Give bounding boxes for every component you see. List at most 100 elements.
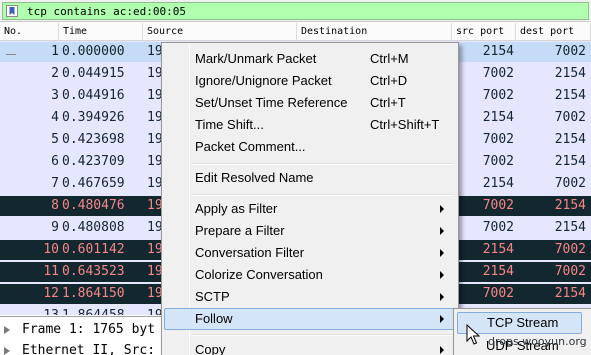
display-filter-text: tcp contains ac:ed:00:05 — [27, 5, 186, 18]
menu-item-shortcut: Ctrl+D — [370, 73, 408, 88]
packet-dest-port: 2154 — [554, 154, 586, 169]
packet-number: 13 — [0, 306, 59, 315]
menu-item-label: Ignore/Unignore Packet — [195, 73, 332, 88]
packet-src-port: 7002 — [482, 198, 514, 213]
packet-src-port: 7002 — [482, 66, 514, 81]
packet-src-port: 7002 — [482, 88, 514, 103]
packet-number: 2 — [51, 66, 59, 81]
menu-item-label: SCTP — [195, 289, 230, 304]
menu-item-time-reference[interactable]: Set/Unset Time Reference Ctrl+T — [164, 92, 456, 114]
menu-separator — [192, 194, 454, 196]
menu-item-sctp[interactable]: SCTP — [164, 286, 456, 308]
menu-item-conversation-filter[interactable]: Conversation Filter — [164, 242, 456, 264]
packet-src-port: 7002 — [482, 132, 514, 147]
submenu-arrow-icon — [440, 227, 444, 235]
column-header-source[interactable]: Source — [143, 23, 297, 41]
menu-item-ignore-packet[interactable]: Ignore/Unignore Packet Ctrl+D — [164, 70, 456, 92]
detail-text: Frame 1: 1765 byt — [22, 322, 156, 337]
submenu-item-label: TCP Stream — [487, 315, 559, 330]
packet-list-header: No. Time Source Destination src port des… — [0, 23, 591, 41]
packet-number: 11 — [43, 264, 59, 279]
menu-item-colorize-conversation[interactable]: Colorize Conversation — [164, 264, 456, 286]
menu-item-prepare-filter[interactable]: Prepare a Filter — [164, 220, 456, 242]
menu-item-label: Apply as Filter — [195, 201, 278, 216]
menu-item-label: Set/Unset Time Reference — [195, 95, 348, 110]
menu-item-label: Colorize Conversation — [195, 267, 323, 282]
menu-item-packet-comment[interactable]: Packet Comment... — [164, 136, 456, 158]
packet-number: 6 — [51, 154, 59, 169]
menu-item-apply-as-filter[interactable]: Apply as Filter — [164, 198, 456, 220]
menu-item-shortcut: Ctrl+Shift+T — [370, 117, 440, 132]
menu-separator — [192, 163, 454, 165]
packet-number: 1 — [51, 44, 59, 59]
menu-item-shortcut: Ctrl+M — [370, 51, 409, 66]
packet-dest-port: 7002 — [554, 110, 586, 125]
packet-time: 0.044916 — [62, 88, 125, 103]
column-header-destination[interactable]: Destination — [297, 23, 452, 41]
packet-number: 4 — [51, 110, 59, 125]
packet-dest-port: 2154 — [554, 88, 586, 103]
column-header-no[interactable]: No. — [0, 23, 59, 41]
packet-src-port: 7002 — [482, 154, 514, 169]
packet-dest-port: 7002 — [554, 176, 586, 191]
packet-time: 0.394926 — [62, 110, 125, 125]
menu-item-label: Mark/Unmark Packet — [195, 51, 317, 66]
expand-arrow-icon[interactable] — [4, 326, 10, 334]
packet-number: 7 — [51, 176, 59, 191]
packet-dest-port: 2154 — [554, 132, 586, 147]
packet-src-port: 2154 — [482, 176, 514, 191]
display-filter-input[interactable]: tcp contains ac:ed:00:05 — [2, 2, 589, 20]
packet-dest-port: 2154 — [554, 286, 586, 301]
expand-arrow-icon[interactable] — [4, 347, 10, 355]
packet-dest-port: 2154 — [554, 198, 586, 213]
column-header-time[interactable]: Time — [59, 23, 143, 41]
packet-dest-port: 7002 — [554, 242, 586, 257]
bookmark-icon[interactable] — [6, 5, 18, 17]
packet-src-port: 7002 — [482, 286, 514, 301]
packet-time: 0.423698 — [62, 132, 125, 147]
packet-time: 0.423709 — [62, 154, 125, 169]
packet-time: 0.480476 — [62, 198, 125, 213]
packet-time: 0.480808 — [62, 220, 125, 235]
menu-item-shortcut: Ctrl+T — [370, 95, 406, 110]
packet-src-port: 2154 — [482, 44, 514, 59]
packet-dest-port: 7002 — [554, 44, 586, 59]
submenu-arrow-icon — [440, 271, 444, 279]
packet-context-menu: Mark/Unmark Packet Ctrl+M Ignore/Unignor… — [161, 42, 459, 355]
menu-item-time-shift[interactable]: Time Shift... Ctrl+Shift+T — [164, 114, 456, 136]
packet-src-port: 2154 — [482, 242, 514, 257]
menu-item-mark-packet[interactable]: Mark/Unmark Packet Ctrl+M — [164, 48, 456, 70]
menu-item-copy[interactable]: Copy — [164, 339, 456, 355]
submenu-arrow-icon — [440, 205, 444, 213]
menu-item-label: Copy — [195, 342, 226, 355]
menu-item-label: Prepare a Filter — [195, 223, 285, 238]
menu-separator — [192, 334, 454, 336]
packet-number: 8 — [51, 198, 59, 213]
packet-dest-port: 7002 — [554, 264, 586, 279]
menu-item-edit-resolved-name[interactable]: Edit Resolved Name — [164, 167, 456, 189]
submenu-arrow-icon — [440, 315, 444, 323]
menu-item-label: Conversation Filter — [195, 245, 305, 260]
packet-number: 5 — [51, 132, 59, 147]
packet-time: 0.000000 — [62, 44, 125, 59]
menu-item-follow[interactable]: Follow — [164, 308, 456, 330]
packet-src-port: 2154 — [482, 110, 514, 125]
display-filter-toolbar: tcp contains ac:ed:00:05 — [0, 0, 591, 22]
menu-item-label: Time Shift... — [195, 117, 264, 132]
column-header-src-port[interactable]: src port — [452, 23, 516, 41]
menu-item-label: Follow — [195, 311, 233, 326]
column-header-dest-port[interactable]: dest port — [516, 23, 591, 41]
packet-time: 0.467659 — [62, 176, 125, 191]
watermark-text: drops.wooyun.org — [488, 335, 587, 348]
packet-time: 0.601142 — [62, 242, 125, 257]
packet-number: 10 — [43, 242, 59, 257]
packet-number: 12 — [43, 286, 59, 301]
packet-time: 1.864150 — [62, 286, 125, 301]
packet-dest-port: 2154 — [554, 220, 586, 235]
packet-dest-port: 2154 — [554, 66, 586, 81]
mouse-pointer-icon — [466, 324, 480, 345]
packet-src-port: 7002 — [482, 220, 514, 235]
packet-time: 1.864458 — [62, 306, 144, 315]
submenu-arrow-icon — [440, 249, 444, 257]
packet-time: 0.044915 — [62, 66, 125, 81]
